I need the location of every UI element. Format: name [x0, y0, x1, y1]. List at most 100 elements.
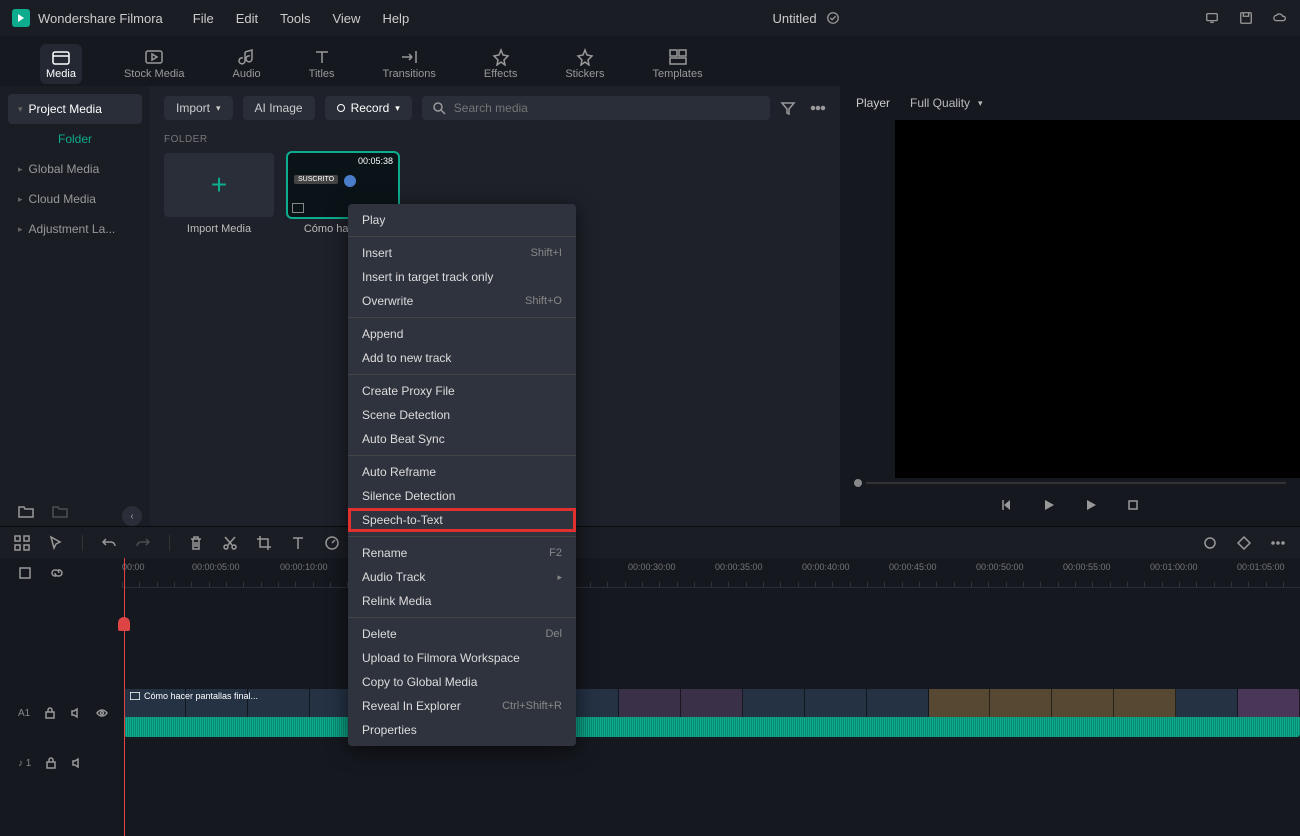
mute-icon[interactable]	[71, 757, 83, 769]
sidebar-folder[interactable]: Folder	[8, 124, 142, 154]
preview-canvas[interactable]	[895, 120, 1300, 478]
context-menu: Play InsertShift+I Insert in target trac…	[348, 204, 576, 746]
display-icon[interactable]	[1204, 11, 1220, 25]
collapse-sidebar-icon[interactable]: ‹	[122, 506, 142, 526]
player-label: Player	[856, 96, 890, 110]
video-track[interactable]: A1 Cómo hacer pantallas final...	[0, 688, 1300, 738]
ctx-copy-global[interactable]: Copy to Global Media	[348, 670, 576, 694]
play-pause-icon[interactable]	[1042, 498, 1056, 512]
marker-icon[interactable]	[1202, 535, 1218, 551]
menu-view[interactable]: View	[332, 11, 360, 26]
quality-dropdown[interactable]: Full Quality▾	[910, 96, 983, 110]
ctx-insert-target[interactable]: Insert in target track only	[348, 265, 576, 289]
menu-file[interactable]: File	[193, 11, 214, 26]
speed-icon[interactable]	[324, 535, 340, 551]
app-logo	[12, 9, 30, 27]
stop-icon[interactable]	[1126, 498, 1140, 512]
ctx-proxy[interactable]: Create Proxy File	[348, 379, 576, 403]
ctx-beat[interactable]: Auto Beat Sync	[348, 427, 576, 451]
playhead[interactable]	[124, 558, 125, 836]
cursor-icon[interactable]	[48, 535, 64, 551]
ctx-overwrite[interactable]: OverwriteShift+O	[348, 289, 576, 313]
sidebar-adjustment-layer[interactable]: ▸Adjustment La...	[8, 214, 142, 244]
lock-icon[interactable]	[45, 757, 57, 769]
ctx-insert[interactable]: InsertShift+I	[348, 241, 576, 265]
undo-icon[interactable]	[101, 535, 117, 551]
sidebar-global-media[interactable]: ▸Global Media	[8, 154, 142, 184]
mute-icon[interactable]	[70, 707, 82, 719]
ctx-properties[interactable]: Properties	[348, 718, 576, 742]
link-icon[interactable]	[50, 566, 64, 580]
track-label: A1	[18, 708, 30, 719]
ctx-speech-to-text[interactable]: Speech-to-Text	[348, 508, 576, 532]
text-icon[interactable]	[290, 535, 306, 551]
video-clip[interactable]: Cómo hacer pantallas final...	[124, 689, 1300, 737]
redo-icon[interactable]	[135, 535, 151, 551]
ctx-upload[interactable]: Upload to Filmora Workspace	[348, 646, 576, 670]
audio-track[interactable]: ♪ 1	[0, 738, 1300, 788]
ctx-audio-track[interactable]: Audio Track▸	[348, 565, 576, 589]
tab-media[interactable]: Media	[40, 44, 82, 84]
timeline-option-icon[interactable]	[18, 566, 32, 580]
ctx-relink[interactable]: Relink Media	[348, 589, 576, 613]
cloud-icon[interactable]	[1272, 11, 1288, 25]
new-folder-icon[interactable]	[18, 504, 34, 518]
ctx-add-track[interactable]: Add to new track	[348, 346, 576, 370]
timeline-toolbar	[0, 526, 1300, 558]
time-ruler[interactable]: 00:00 00:00:05:00 00:00:10:00 00:00:30:0…	[122, 558, 1300, 588]
sidebar-cloud-media[interactable]: ▸Cloud Media	[8, 184, 142, 214]
clip-type-icon	[130, 692, 140, 700]
thumb-badge	[344, 175, 356, 187]
menu-tools[interactable]: Tools	[280, 11, 310, 26]
ctx-scene[interactable]: Scene Detection	[348, 403, 576, 427]
visibility-icon[interactable]	[96, 707, 108, 719]
tab-templates[interactable]: Templates	[646, 44, 708, 84]
menu-edit[interactable]: Edit	[236, 11, 258, 26]
tab-stock-media[interactable]: Stock Media	[118, 44, 191, 84]
keyframe-icon[interactable]	[1236, 535, 1252, 551]
more-tl-icon[interactable]	[1270, 535, 1286, 551]
title-bar: Wondershare Filmora File Edit Tools View…	[0, 0, 1300, 36]
save-icon[interactable]	[1238, 11, 1254, 25]
track-label: ♪ 1	[18, 758, 31, 769]
record-button[interactable]: Record▾	[325, 96, 412, 120]
filter-icon[interactable]	[780, 100, 796, 116]
plus-icon: +	[211, 169, 227, 201]
sidebar-project-media[interactable]: ▾Project Media	[8, 94, 142, 124]
ctx-silence[interactable]: Silence Detection	[348, 484, 576, 508]
ctx-delete[interactable]: DeleteDel	[348, 622, 576, 646]
ctx-reveal[interactable]: Reveal In ExplorerCtrl+Shift+R	[348, 694, 576, 718]
ctx-rename[interactable]: RenameF2	[348, 541, 576, 565]
search-media[interactable]	[422, 96, 770, 120]
lock-icon[interactable]	[44, 707, 56, 719]
document-title: Untitled	[773, 11, 817, 26]
crop-icon[interactable]	[256, 535, 272, 551]
ctx-play[interactable]: Play	[348, 208, 576, 232]
tab-transitions[interactable]: Transitions	[377, 44, 442, 84]
timeline[interactable]: 00:00 00:00:05:00 00:00:10:00 00:00:30:0…	[0, 558, 1300, 836]
delete-folder-icon[interactable]	[52, 504, 68, 518]
import-media-tile[interactable]: + Import Media	[164, 153, 274, 235]
player-scrubber[interactable]	[840, 478, 1300, 488]
cut-icon[interactable]	[222, 535, 238, 551]
app-title: Wondershare Filmora	[38, 11, 163, 26]
menu-help[interactable]: Help	[382, 11, 409, 26]
clip-duration: 00:05:38	[358, 156, 393, 166]
search-icon	[432, 101, 446, 115]
category-tabs: Media Stock Media Audio Titles Transitio…	[0, 36, 1300, 86]
tab-stickers[interactable]: Stickers	[559, 44, 610, 84]
delete-icon[interactable]	[188, 535, 204, 551]
play-icon[interactable]	[1084, 498, 1098, 512]
ctx-append[interactable]: Append	[348, 322, 576, 346]
import-button[interactable]: Import▾	[164, 96, 233, 120]
search-input[interactable]	[454, 101, 760, 115]
grid-icon[interactable]	[14, 535, 30, 551]
tab-audio[interactable]: Audio	[227, 44, 267, 84]
prev-frame-icon[interactable]	[1000, 498, 1014, 512]
tab-effects[interactable]: Effects	[478, 44, 523, 84]
more-icon[interactable]	[810, 100, 826, 116]
ctx-reframe[interactable]: Auto Reframe	[348, 460, 576, 484]
player-panel: Player Full Quality▾	[840, 86, 1300, 526]
tab-titles[interactable]: Titles	[303, 44, 341, 84]
ai-image-button[interactable]: AI Image	[243, 96, 315, 120]
